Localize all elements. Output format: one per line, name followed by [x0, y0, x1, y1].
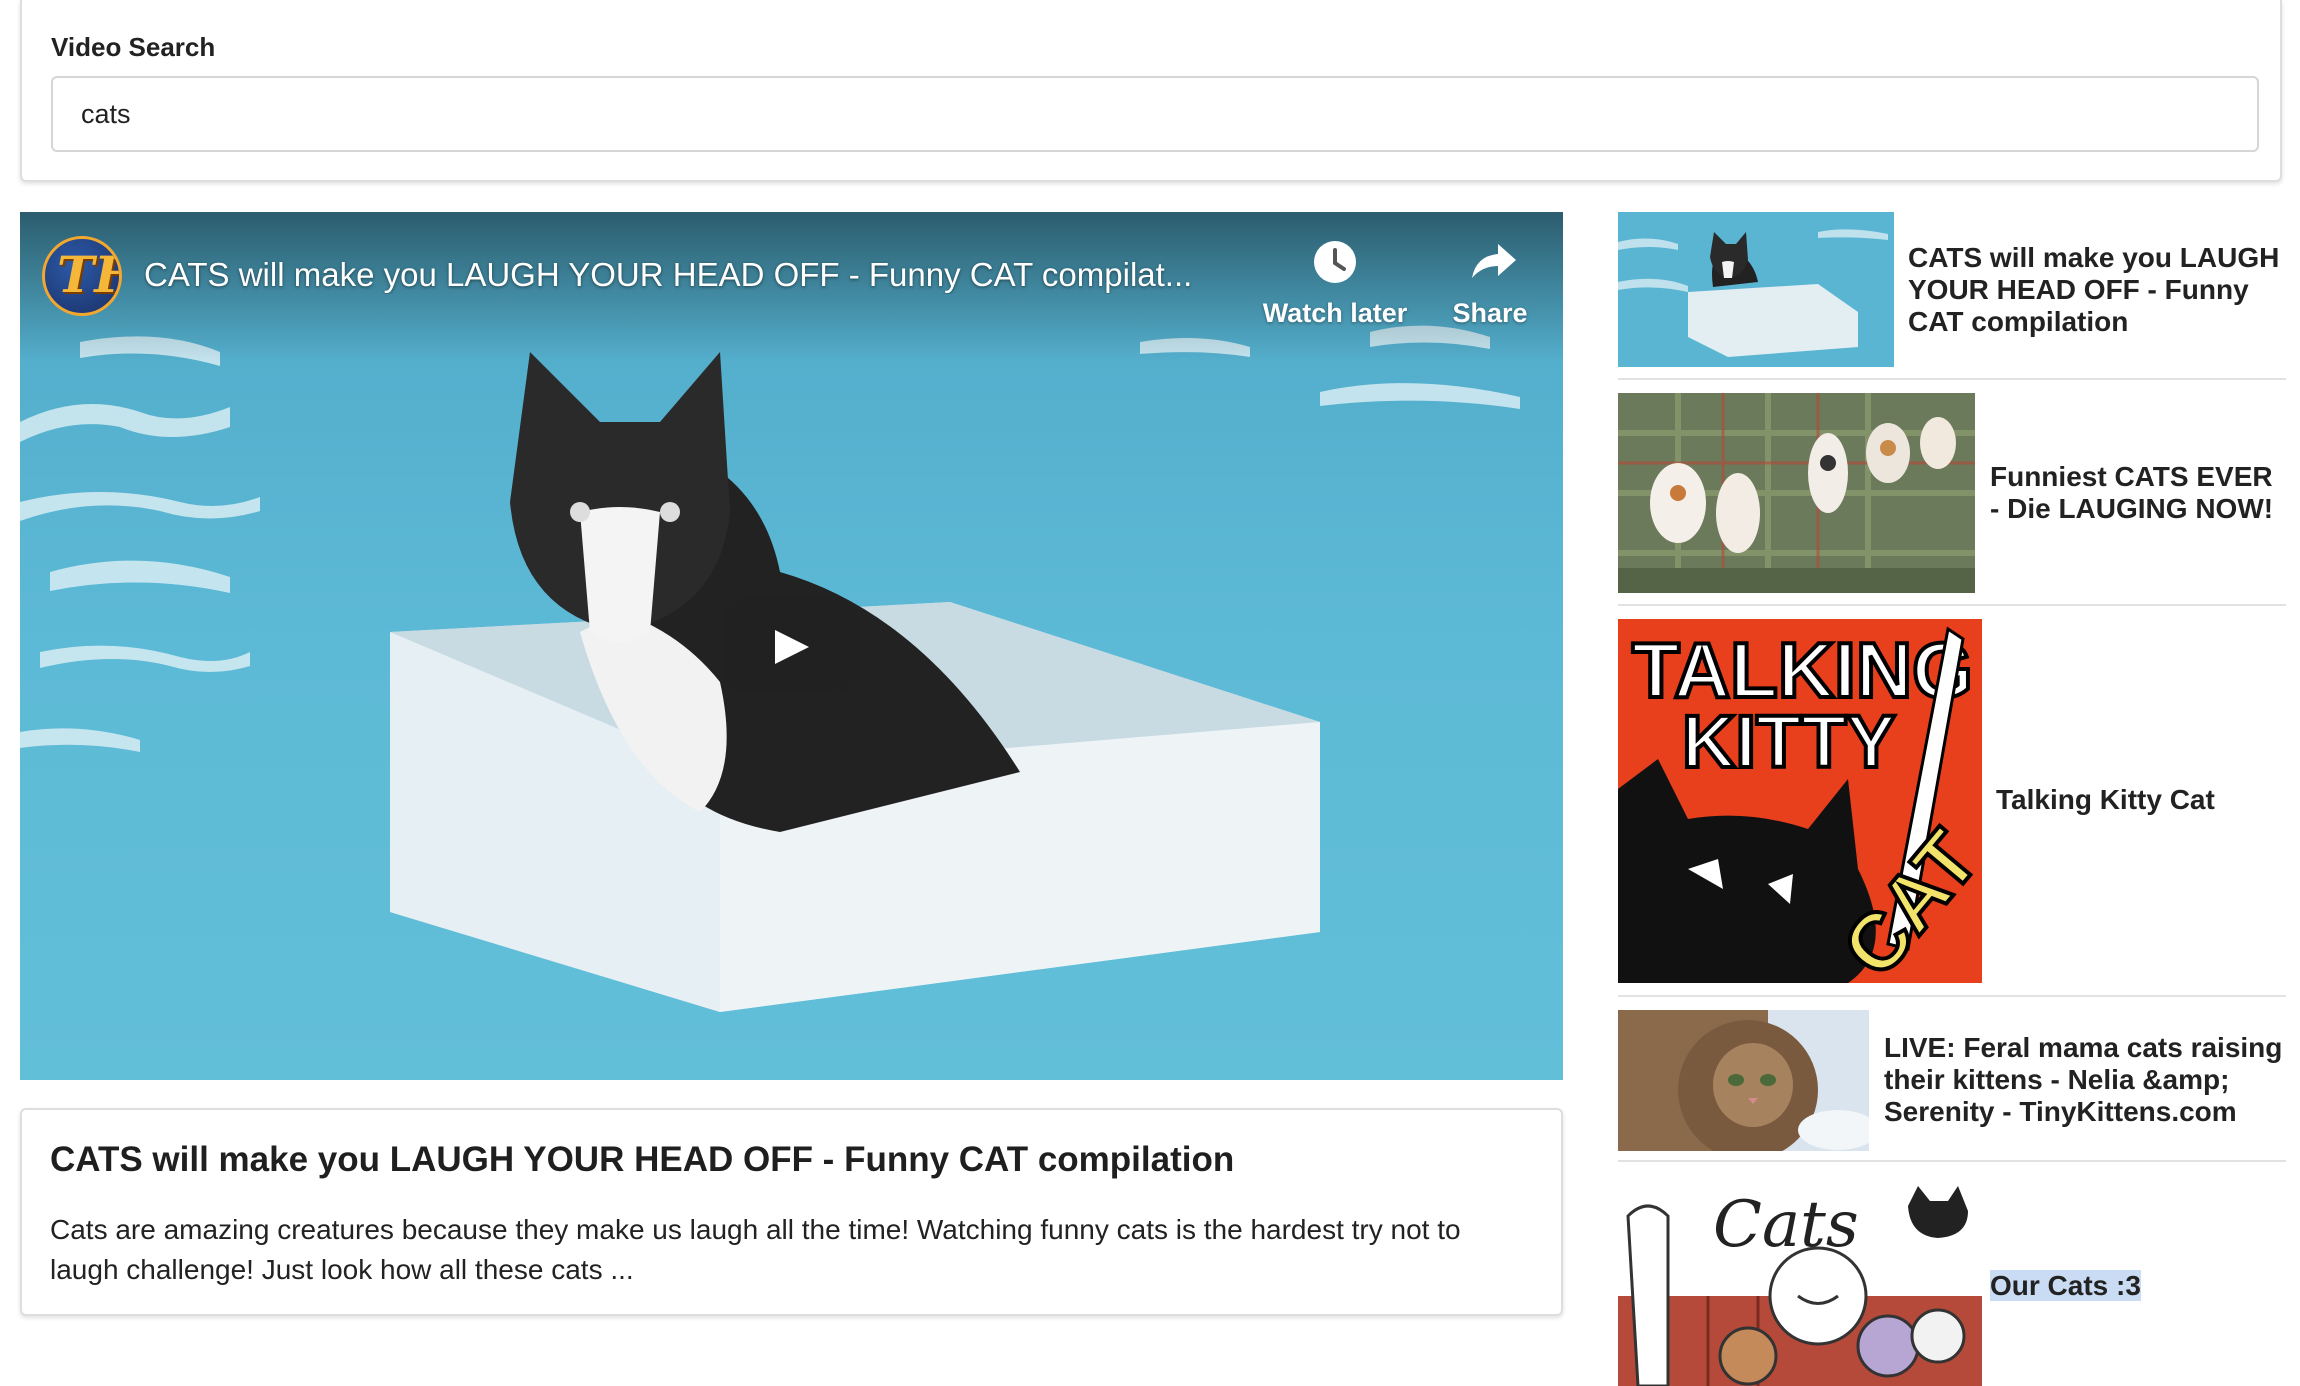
- video-list-item[interactable]: Cats Our Cats :3: [1618, 1176, 2286, 1386]
- video-thumbnail[interactable]: [1618, 212, 1894, 367]
- video-list-title[interactable]: Talking Kitty Cat: [1996, 784, 2276, 816]
- fluffy-kitten-thumbnail: [1618, 1010, 1869, 1151]
- video-player[interactable]: TF CATS will make you LAUGH YOUR HEAD OF…: [20, 212, 1563, 1080]
- video-list-title[interactable]: CATS will make you LAUGH YOUR HEAD OFF -…: [1908, 242, 2286, 338]
- share-label: Share: [1452, 298, 1528, 328]
- thumb-text-kitty: KITTY: [1682, 700, 1896, 783]
- video-list-item[interactable]: CATS will make you LAUGH YOUR HEAD OFF -…: [1618, 212, 2286, 380]
- cat-in-box-thumbnail: [1618, 212, 1894, 367]
- video-thumbnail[interactable]: Cats: [1618, 1176, 1982, 1386]
- video-thumbnail[interactable]: TALKING KITTY CAT: [1618, 619, 1982, 983]
- search-input[interactable]: [51, 76, 2259, 152]
- play-icon: [775, 630, 809, 664]
- video-list-title[interactable]: Our Cats :3: [1990, 1270, 2141, 1302]
- search-label: Video Search: [51, 32, 216, 62]
- kittens-on-couch-thumbnail: [1618, 393, 1975, 593]
- watch-later-label: Watch later: [1262, 298, 1408, 328]
- selected-text-highlight: Our Cats :3: [1990, 1270, 2141, 1301]
- talking-kitty-cat-thumbnail: TALKING KITTY CAT: [1618, 619, 1982, 983]
- clock-icon: [1314, 241, 1356, 283]
- video-list-title[interactable]: Funniest CATS EVER - Die LAUGING NOW!: [1990, 461, 2280, 525]
- share-button[interactable]: Share: [1430, 238, 1550, 329]
- player-title[interactable]: CATS will make you LAUGH YOUR HEAD OFF -…: [144, 256, 1264, 294]
- watch-later-button[interactable]: Watch later: [1260, 238, 1410, 329]
- video-list-item[interactable]: LIVE: Feral mama cats raising their kitt…: [1618, 1010, 2286, 1162]
- video-list-item[interactable]: TALKING KITTY CAT Talking Kitty Cat: [1618, 619, 2286, 997]
- video-thumbnail[interactable]: [1618, 1010, 1869, 1151]
- channel-logo-text: TF: [57, 245, 119, 304]
- channel-avatar[interactable]: TF: [42, 236, 122, 316]
- video-details-card: CATS will make you LAUGH YOUR HEAD OFF -…: [20, 1108, 1563, 1316]
- video-title: CATS will make you LAUGH YOUR HEAD OFF -…: [50, 1140, 1235, 1179]
- play-button[interactable]: [723, 598, 859, 694]
- share-arrow-icon: [1472, 244, 1516, 278]
- video-description: Cats are amazing creatures because they …: [50, 1214, 1461, 1285]
- search-card: Video Search: [20, 0, 2282, 182]
- video-thumbnail[interactable]: [1618, 393, 1975, 593]
- video-list-title[interactable]: LIVE: Feral mama cats raising their kitt…: [1884, 1032, 2284, 1128]
- video-list-item[interactable]: Funniest CATS EVER - Die LAUGING NOW!: [1618, 393, 2286, 606]
- cartoon-cats-thumbnail: Cats: [1618, 1176, 1982, 1386]
